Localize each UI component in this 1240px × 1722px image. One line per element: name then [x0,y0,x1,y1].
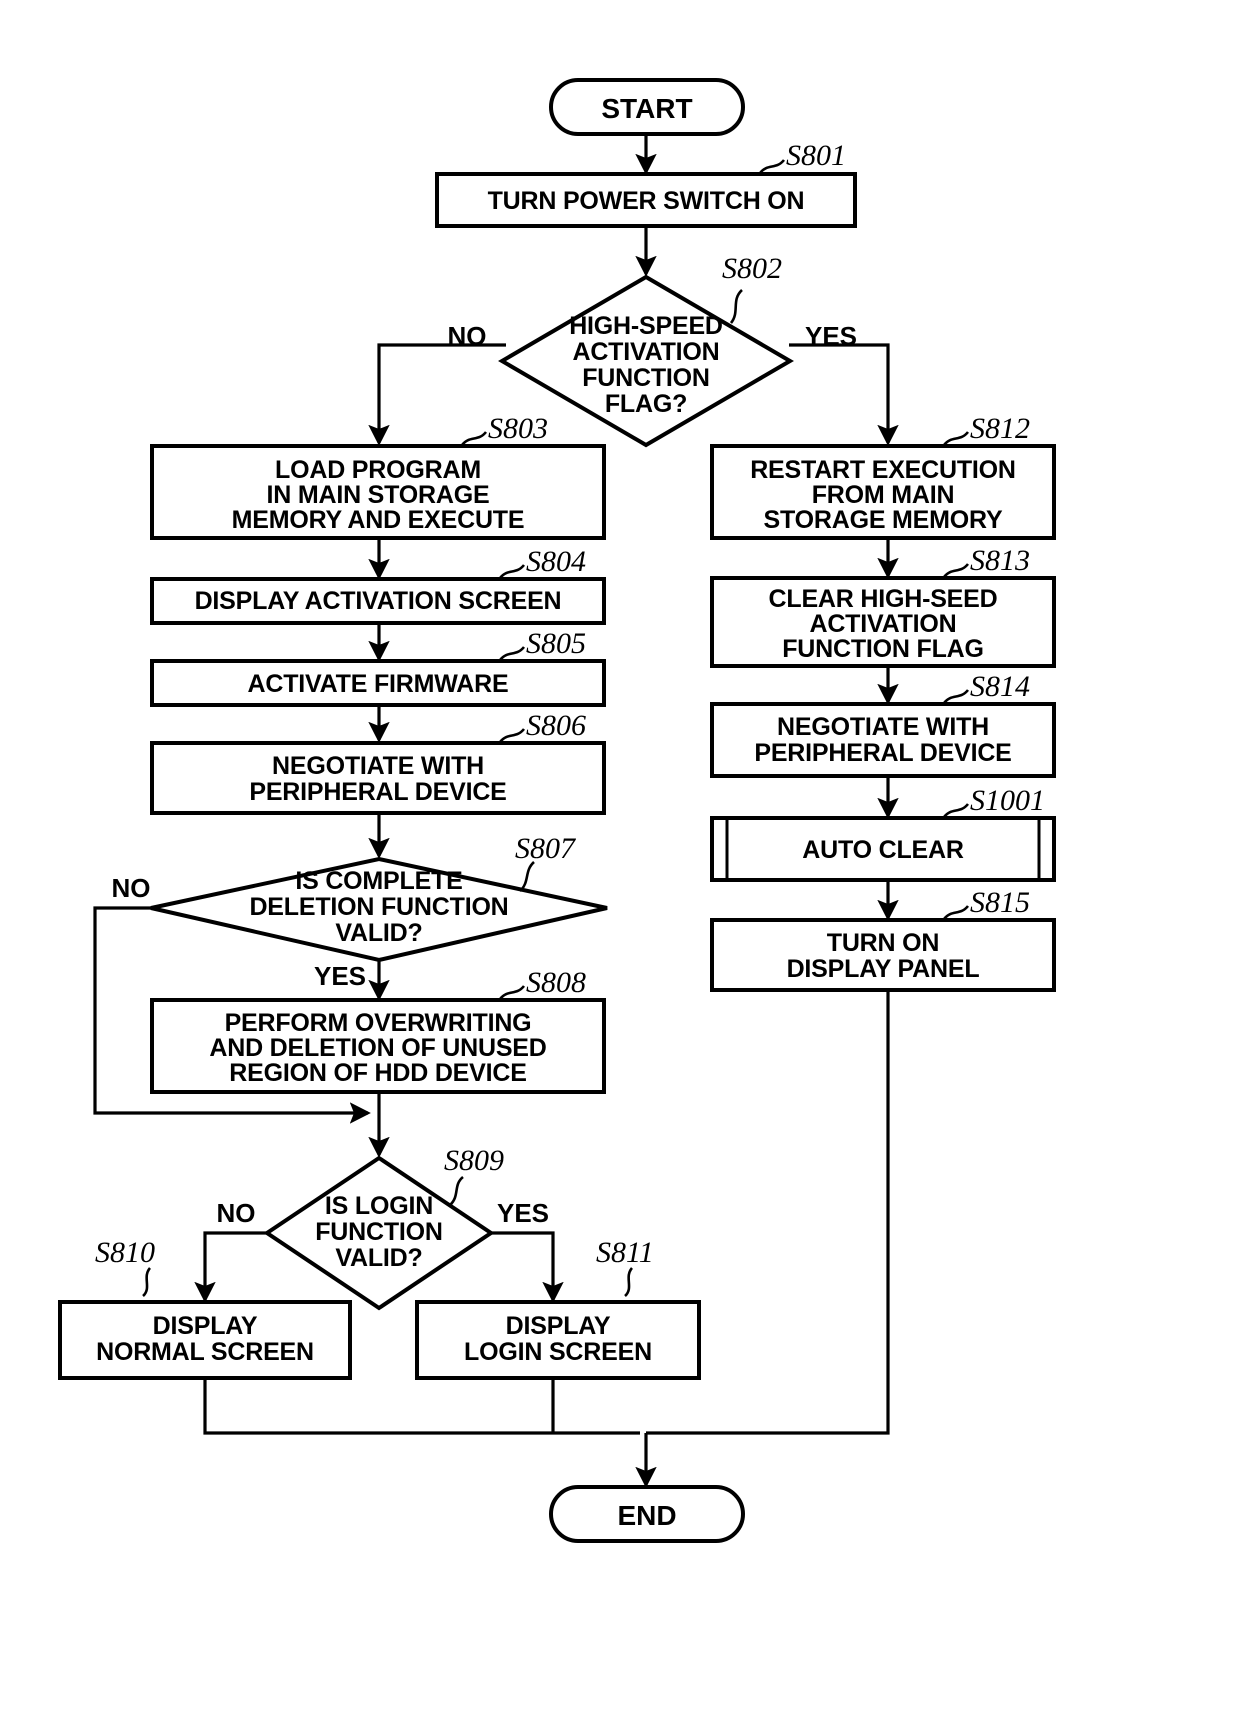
connector-s802-no-to-s803 [368,343,506,446]
s806-leader [498,728,526,743]
s804-line-1: DISPLAY ACTIVATION SCREEN [195,587,562,615]
s813-leader [942,563,970,578]
s807-leader [519,861,535,892]
s807-line-2: DELETION FUNCTION [249,893,508,921]
step-s815: TURN ON DISPLAY PANEL S815 [710,886,1056,992]
s806-line-2: PERIPHERAL DEVICE [249,778,506,806]
flowchart-canvas: START TURN POWER SWITCH ON S801 HIGH-SPE… [58,78,1056,1543]
s813-line-2: ACTIVATION [809,610,956,638]
s809-line-2: FUNCTION [315,1218,443,1246]
s811-line-2: LOGIN SCREEN [464,1338,652,1366]
terminator-start: START [549,78,745,136]
s807-step-id: S807 [515,832,577,865]
s813-line-3: FUNCTION FLAG [782,635,984,663]
s807-line-1: IS COMPLETE [295,867,462,895]
step-s814: NEGOTIATE WITH PERIPHERAL DEVICE S814 [710,670,1056,778]
s802-yes-label: YES [805,321,857,351]
s815-line-1: TURN ON [827,929,939,957]
s808-line-3: REGION OF HDD DEVICE [229,1059,526,1087]
s810-line-1: DISPLAY [153,1312,258,1340]
s811-step-id: S811 [596,1236,654,1269]
s812-line-2: FROM MAIN [812,481,955,509]
s813-step-id: S813 [970,544,1030,577]
step-s811: DISPLAY LOGIN SCREEN S811 [415,1236,701,1380]
s802-line-4: FLAG? [605,390,687,418]
s1001-step-id: S1001 [970,784,1045,817]
s806-step-id: S806 [526,709,586,742]
s803-step-id: S803 [488,412,548,445]
s811-leader [624,1267,634,1297]
s805-line-1: ACTIVATE FIRMWARE [248,670,509,698]
connector-s809-no-to-s810 [194,1231,267,1303]
s801-step-id: S801 [786,139,846,172]
s807-line-3: VALID? [335,919,422,947]
s812-line-1: RESTART EXECUTION [750,456,1016,484]
s812-leader [942,431,970,446]
s808-line-2: AND DELETION OF UNUSED [209,1034,546,1062]
s815-line-2: DISPLAY PANEL [787,955,980,983]
s802-line-1: HIGH-SPEED [569,312,723,340]
s809-line-3: VALID? [335,1244,422,1272]
s809-step-id: S809 [444,1144,504,1177]
s807-no-label: NO [112,873,151,903]
s810-line-2: NORMAL SCREEN [96,1338,314,1366]
end-label: END [617,1500,676,1531]
s812-line-3: STORAGE MEMORY [764,506,1003,534]
s809-yes-label: YES [497,1198,549,1228]
s803-line-1: LOAD PROGRAM [275,456,481,484]
s808-line-1: PERFORM OVERWRITING [225,1009,532,1037]
s802-line-2: ACTIVATION [572,338,719,366]
s815-leader [942,905,970,920]
connector-s810-to-bus [203,1378,640,1435]
step-s813: CLEAR HIGH-SEED ACTIVATION FUNCTION FLAG… [710,544,1056,668]
s801-line-1: TURN POWER SWITCH ON [488,187,805,215]
connector-s802-yes-to-s812 [789,343,899,446]
s810-leader [142,1267,152,1297]
s812-step-id: S812 [970,412,1030,445]
step-s1001: AUTO CLEAR S1001 [710,784,1056,882]
s808-leader [498,985,526,1000]
s814-step-id: S814 [970,670,1030,703]
s804-step-id: S804 [526,545,586,578]
s810-step-id: S810 [95,1236,155,1269]
s814-leader [942,689,970,704]
s802-line-3: FUNCTION [582,364,710,392]
s813-line-1: CLEAR HIGH-SEED [769,585,998,613]
terminator-end: END [549,1485,745,1543]
s804-leader [498,564,526,579]
s802-step-id: S802 [722,252,782,285]
s807-yes-label: YES [314,961,366,991]
s1001-line-1: AUTO CLEAR [802,836,964,864]
s809-line-1: IS LOGIN [325,1192,433,1220]
s808-step-id: S808 [526,966,586,999]
s809-no-label: NO [217,1198,256,1228]
s815-step-id: S815 [970,886,1030,919]
s806-line-1: NEGOTIATE WITH [272,752,484,780]
s814-line-2: PERIPHERAL DEVICE [754,739,1011,767]
s814-line-1: NEGOTIATE WITH [777,713,989,741]
s802-leader [729,289,743,324]
s803-leader [460,431,488,446]
s805-leader [498,646,526,661]
s803-line-2: IN MAIN STORAGE [267,481,490,509]
s811-line-1: DISPLAY [506,1312,611,1340]
connector-s809-yes-to-s811 [490,1231,564,1303]
s809-leader [449,1175,464,1206]
s802-no-label: NO [448,321,487,351]
s801-leader [758,159,786,174]
s803-line-3: MEMORY AND EXECUTE [232,506,525,534]
s1001-leader [942,803,970,818]
step-s809: IS LOGIN FUNCTION VALID? S809 NO YES [217,1144,549,1311]
step-s812: RESTART EXECUTION FROM MAIN STORAGE MEMO… [710,412,1056,540]
start-label: START [601,93,692,124]
s805-step-id: S805 [526,627,586,660]
